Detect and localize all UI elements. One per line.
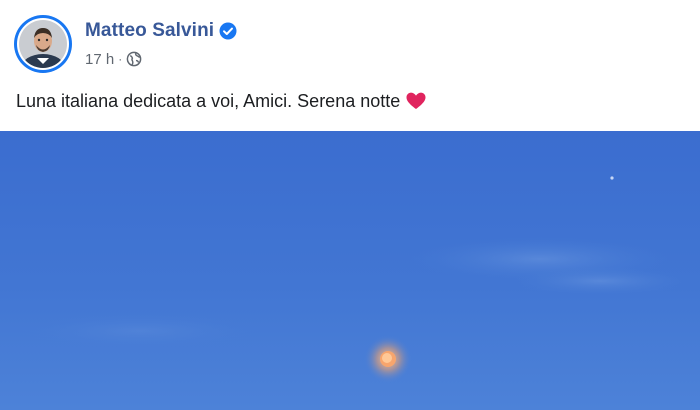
verified-badge-icon xyxy=(219,22,237,40)
post-subline: 17 h · xyxy=(85,49,237,69)
heart-icon xyxy=(406,92,426,110)
avatar-image xyxy=(17,18,69,70)
facebook-post: Matteo Salvini 17 h · Luna italiana dedi… xyxy=(0,0,700,410)
separator-dot: · xyxy=(118,52,123,66)
avatar[interactable] xyxy=(14,15,72,73)
caption-text: Luna italiana dedicata a voi, Amici. Ser… xyxy=(16,91,401,111)
post-timestamp[interactable]: 17 h xyxy=(85,51,114,68)
post-meta: Matteo Salvini 17 h · xyxy=(85,15,237,73)
post-header: Matteo Salvini 17 h · xyxy=(14,14,237,74)
author-name[interactable]: Matteo Salvini xyxy=(85,20,214,42)
post-photo[interactable] xyxy=(0,131,700,410)
post-caption: Luna italiana dedicata a voi, Amici. Ser… xyxy=(16,91,426,112)
globe-icon[interactable] xyxy=(126,51,142,67)
author-row: Matteo Salvini xyxy=(85,19,237,43)
